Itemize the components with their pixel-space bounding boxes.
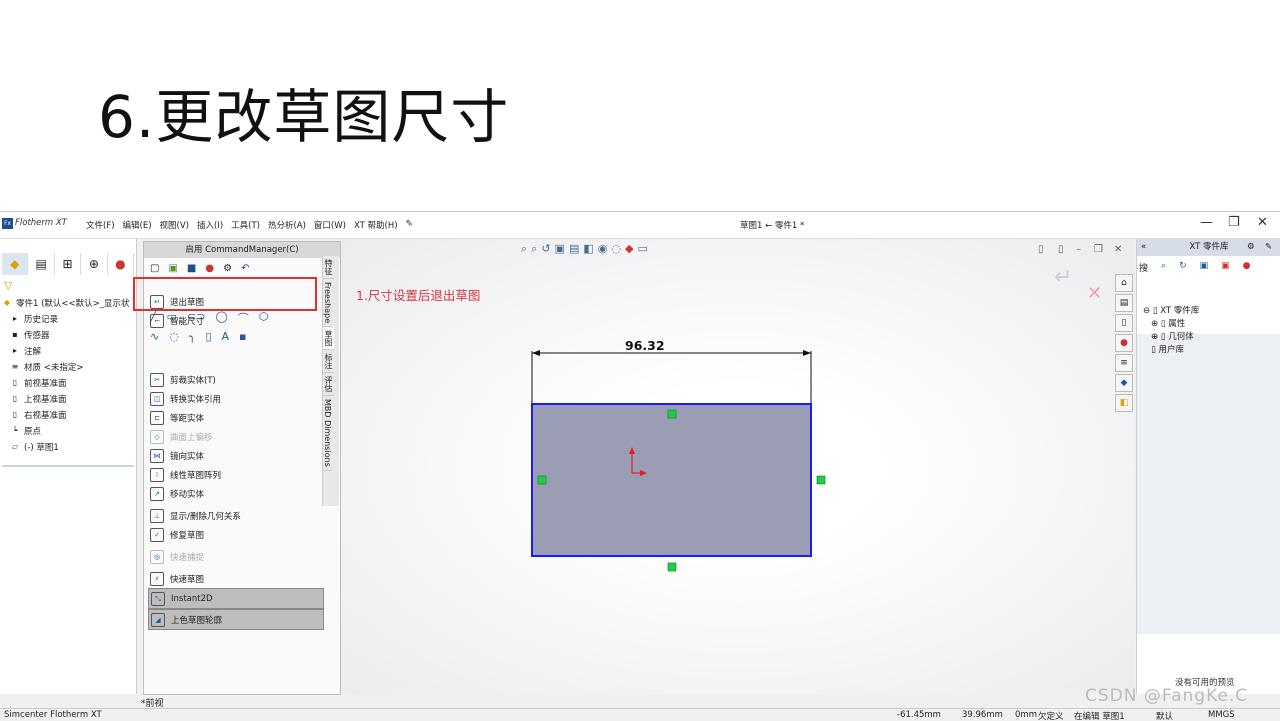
sketch-rectangle[interactable] [531,403,812,557]
horizontal-relation-icon[interactable] [667,409,677,419]
horizontal-relation-icon[interactable] [667,562,677,572]
tree-item-xt-library[interactable]: ⊖ ▯ XT 零件库 [1143,304,1199,317]
tree-item-attributes[interactable]: ⊕ ▯ 属性 [1143,317,1199,330]
library-icon[interactable]: ▤ [1115,294,1133,312]
color-icon[interactable]: ● [1243,261,1251,274]
home-icon[interactable]: ⌂ [1115,274,1133,292]
status-definition: 欠定义 [1038,712,1064,721]
tree-item-user-library[interactable]: ▯ 用户库 [1143,343,1199,356]
status-mode: 在编辑 草图1 [1074,712,1125,721]
highlight-box [133,277,317,311]
refresh-icon[interactable]: ↻ [1179,261,1187,274]
xt-library-toolbar: 搜 ⌕ ↻ ▣ ▣ ● [1139,261,1251,274]
vertical-relation-icon[interactable] [537,475,547,485]
library-tree-area [1137,334,1280,634]
file-explorer-icon[interactable]: ▯ [1115,314,1133,332]
save-to-library-icon[interactable]: ▣ [1200,261,1209,274]
search-tab[interactable]: 搜 [1139,261,1148,274]
custom-properties-icon[interactable]: ≡ [1115,354,1133,372]
vertical-relation-icon[interactable] [816,475,826,485]
xt-library-panel: « XT 零件库 ⚙ ✎ 搜 ⌕ ↻ ▣ ▣ ● ⊖ ▯ XT 零件库 ⊕ ▯ … [1136,239,1280,694]
xt-library-tree: ⊖ ▯ XT 零件库 ⊕ ▯ 属性 ⊕ ▯ 几何体 ▯ 用户库 [1143,304,1199,356]
status-x: -61.45mm [897,710,941,720]
status-units[interactable]: MMGS [1208,710,1235,720]
dimension-arrow-right [803,350,811,356]
task-pane-strip: ⌂ ▤ ▯ ● ≡ ◆ ◧ [1115,274,1133,412]
status-app-name: Simcenter Flotherm XT [4,710,102,720]
settings-icon[interactable]: ⚙ [1247,239,1255,256]
tree-item-geometry[interactable]: ⊕ ▯ 几何体 [1143,330,1199,343]
status-bar: Simcenter Flotherm XT -61.45mm 39.96mm 0… [0,708,1280,721]
appearances-icon[interactable]: ● [1115,334,1133,352]
status-z: 0mm [1015,710,1037,720]
xt-library-icon[interactable]: ◧ [1115,394,1133,412]
annotation-text: 1.尺寸设置后退出草图 [356,288,481,303]
slide-title: 6.更改草图尺寸 [98,83,510,151]
search-icon[interactable]: ⌕ [1161,261,1166,274]
import-icon[interactable]: ▣ [1221,261,1230,274]
dimension-value[interactable]: 96.32 [625,338,665,353]
status-config: 默认 [1156,712,1174,721]
xt-library-header: « XT 零件库 ⚙ ✎ [1137,239,1280,256]
pin-panel-icon[interactable]: ✎ [1265,239,1272,256]
collapse-icon[interactable]: « [1141,239,1146,256]
dimension-arrow-left [532,350,540,356]
watermark: CSDN @FangKe.C [1085,686,1249,706]
tag-icon[interactable]: ◆ [1115,374,1133,392]
status-y: 39.96mm [962,710,1003,720]
